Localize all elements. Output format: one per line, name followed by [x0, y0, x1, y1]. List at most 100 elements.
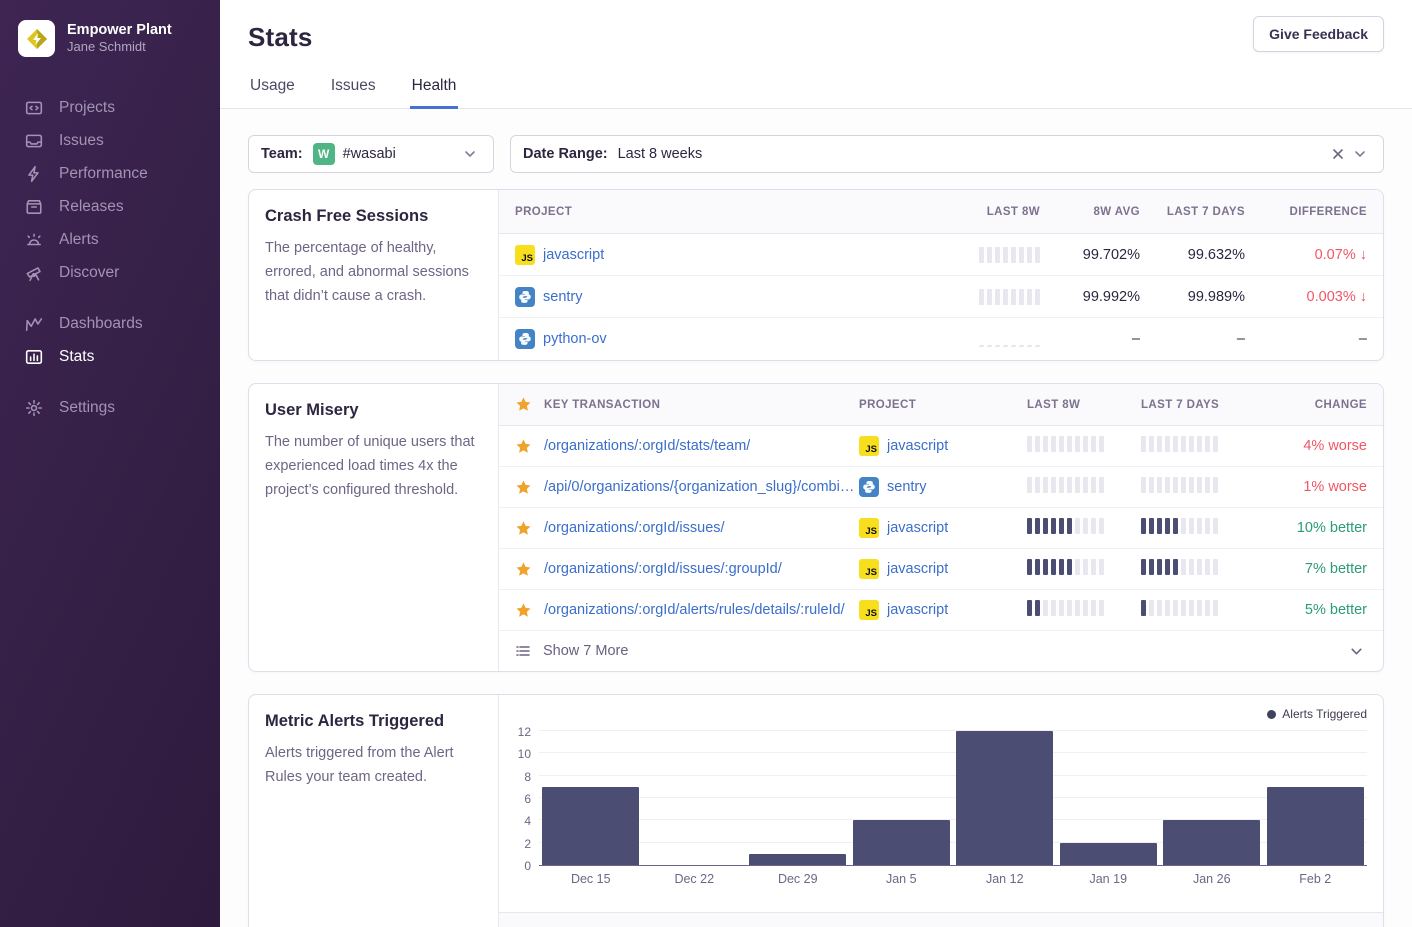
sparkline-bar — [1091, 559, 1096, 575]
transaction-link[interactable]: /organizations/:orgId/issues/:groupId/ — [544, 561, 782, 577]
x-tick-label: Feb 2 — [1264, 872, 1368, 886]
sidebar-item-label: Issues — [59, 132, 104, 150]
table-row: /organizations/:orgId/issues/ JSjavascri… — [499, 508, 1383, 549]
sparkline-bar — [1083, 559, 1088, 575]
chevron-down-icon[interactable] — [1349, 143, 1371, 165]
sidebar-item-releases[interactable]: Releases — [0, 190, 220, 223]
transaction-link[interactable]: /api/0/organizations/{organization_slug}… — [544, 479, 859, 495]
sparkline-bar — [979, 289, 984, 305]
transaction-link[interactable]: /organizations/:orgId/issues/ — [544, 520, 725, 536]
releases-icon — [24, 197, 43, 216]
sparkline-bar — [1181, 436, 1186, 452]
sparkline — [1027, 477, 1104, 493]
sparkline-bar — [979, 345, 984, 347]
table-row: /organizations/:orgId/issues/:groupId/ J… — [499, 549, 1383, 590]
project-link[interactable]: javascript — [887, 438, 948, 454]
sparkline-bar — [1197, 518, 1202, 534]
date-range-select[interactable]: Date Range: Last 8 weeks — [510, 135, 1384, 173]
transaction-link[interactable]: /organizations/:orgId/stats/team/ — [544, 438, 750, 454]
sparkline-bar — [1075, 559, 1080, 575]
tab-issues[interactable]: Issues — [329, 77, 378, 109]
date-range-label: Date Range: — [523, 146, 608, 162]
sparkline-bar — [1173, 559, 1178, 575]
sparkline-bar — [1075, 600, 1080, 616]
transaction-link[interactable]: /organizations/:orgId/alerts/rules/detai… — [544, 602, 845, 618]
difference-value: 0.003% ↓ — [1245, 289, 1367, 305]
page-title: Stats — [248, 22, 1384, 53]
star-icon[interactable] — [515, 479, 532, 496]
sparkline-bar — [987, 247, 992, 263]
sidebar-item-stats[interactable]: Stats — [0, 340, 220, 373]
column-header: KEY TRANSACTION — [544, 399, 660, 411]
panel-title: User Misery — [265, 401, 482, 420]
chart-bar — [1060, 843, 1157, 865]
chart-bar — [1163, 820, 1260, 865]
star-icon[interactable] — [515, 520, 532, 537]
sidebar-item-issues[interactable]: Issues — [0, 124, 220, 157]
sidebar-item-performance[interactable]: Performance — [0, 157, 220, 190]
sparkline-bar — [1059, 600, 1064, 616]
project-link[interactable]: javascript — [887, 602, 948, 618]
sparkline-bar — [1083, 600, 1088, 616]
sparkline-bar — [1205, 518, 1210, 534]
team-select[interactable]: Team: W #wasabi — [248, 135, 494, 173]
metric-alerts-panel: Metric Alerts Triggered Alerts triggered… — [248, 694, 1384, 927]
sparkline-bar — [1019, 289, 1024, 305]
project-link[interactable]: python-ov — [543, 331, 607, 347]
chart-bar — [749, 854, 846, 865]
show-more-row[interactable]: Show 7 More — [499, 631, 1383, 671]
sidebar-item-settings[interactable]: Settings — [0, 391, 220, 424]
sidebar-nav: Projects Issues Performance Releases Ale… — [0, 91, 220, 424]
sparkline-bar — [1205, 600, 1210, 616]
show-more-label: Show 7 More — [543, 643, 628, 659]
tab-health[interactable]: Health — [410, 77, 459, 109]
sparkline-bar — [1003, 345, 1008, 347]
sparkline-bar — [1035, 477, 1040, 493]
sidebar-item-label: Alerts — [59, 231, 99, 249]
org-switcher[interactable]: Empower Plant Jane Schmidt — [0, 0, 220, 67]
sparkline-bar — [987, 289, 992, 305]
sparkline — [1027, 559, 1104, 575]
star-icon[interactable] — [515, 602, 532, 619]
sparkline-bar — [1099, 436, 1104, 452]
sidebar-item-alerts[interactable]: Alerts — [0, 223, 220, 256]
sparkline-bar — [1165, 559, 1170, 575]
project-link[interactable]: sentry — [543, 289, 583, 305]
clear-date-icon[interactable] — [1327, 143, 1349, 165]
star-icon[interactable] — [515, 561, 532, 578]
sparkline-bar — [1059, 518, 1064, 534]
sparkline-bar — [1173, 477, 1178, 493]
give-feedback-button[interactable]: Give Feedback — [1253, 16, 1384, 52]
sparkline-bar — [1189, 436, 1194, 452]
sidebar-item-projects[interactable]: Projects — [0, 91, 220, 124]
tab-usage[interactable]: Usage — [248, 77, 297, 109]
sidebar-item-dashboards[interactable]: Dashboards — [0, 307, 220, 340]
sparkline-bar — [1027, 477, 1032, 493]
last-7d-value: 99.632% — [1140, 247, 1245, 263]
gridline — [539, 730, 1367, 731]
date-range-value: Last 8 weeks — [618, 146, 703, 162]
legend-item[interactable]: Alerts Triggered — [1267, 707, 1367, 721]
project-link[interactable]: javascript — [887, 561, 948, 577]
sidebar-item-discover[interactable]: Discover — [0, 256, 220, 289]
sparkline-bar — [1165, 518, 1170, 534]
sparkline-bar — [1165, 477, 1170, 493]
sparkline-bar — [1099, 600, 1104, 616]
star-icon[interactable] — [515, 438, 532, 455]
column-header: DIFFERENCE — [1245, 206, 1367, 218]
sparkline — [1141, 436, 1218, 452]
change-value: 4% worse — [1255, 438, 1367, 454]
sidebar-item-label: Releases — [59, 198, 124, 216]
sparkline — [1027, 518, 1104, 534]
sparkline-bar — [1141, 600, 1146, 616]
chevron-down-icon[interactable] — [1345, 640, 1367, 662]
sparkline — [1027, 600, 1104, 616]
sparkline-bar — [1165, 600, 1170, 616]
chevron-down-icon[interactable] — [459, 143, 481, 165]
main-content: Stats Give Feedback Usage Issues Health … — [220, 0, 1412, 927]
project-link[interactable]: sentry — [887, 479, 927, 495]
sparkline-bar — [1043, 518, 1048, 534]
project-link[interactable]: javascript — [887, 520, 948, 536]
y-tick-label: 10 — [518, 747, 531, 761]
project-link[interactable]: javascript — [543, 247, 604, 263]
